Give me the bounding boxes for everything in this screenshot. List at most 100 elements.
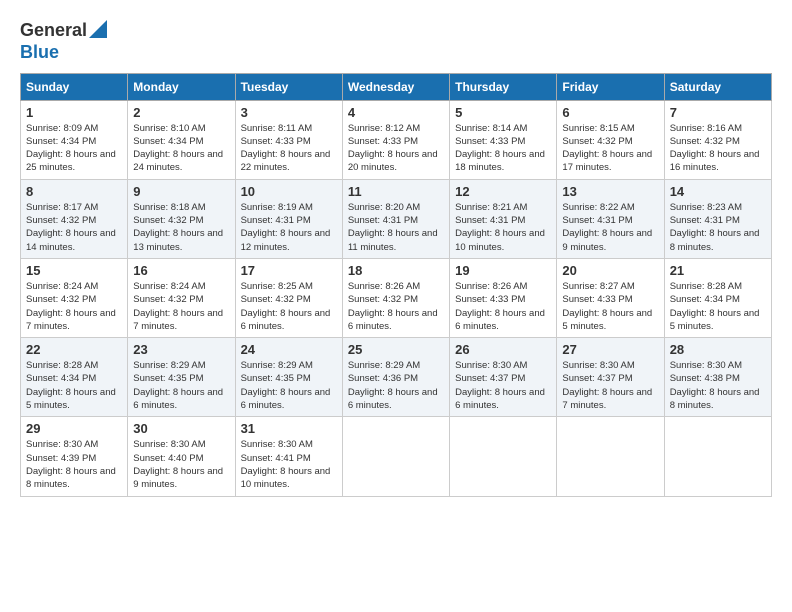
calendar-cell: 24 Sunrise: 8:29 AMSunset: 4:35 PMDayligh… [235,338,342,417]
logo: General Blue [20,20,107,63]
day-number: 28 [670,342,766,357]
day-number: 18 [348,263,444,278]
day-info: Sunrise: 8:15 AMSunset: 4:32 PMDaylight:… [562,122,658,175]
header-thursday: Thursday [450,73,557,100]
logo-triangle-icon [89,20,107,38]
day-info: Sunrise: 8:09 AMSunset: 4:34 PMDaylight:… [26,122,122,175]
header-saturday: Saturday [664,73,771,100]
day-info: Sunrise: 8:18 AMSunset: 4:32 PMDaylight:… [133,201,229,254]
calendar-week-row: 15 Sunrise: 8:24 AMSunset: 4:32 PMDayligh… [21,258,772,337]
day-number: 21 [670,263,766,278]
day-info: Sunrise: 8:14 AMSunset: 4:33 PMDaylight:… [455,122,551,175]
day-info: Sunrise: 8:20 AMSunset: 4:31 PMDaylight:… [348,201,444,254]
day-number: 15 [26,263,122,278]
day-number: 2 [133,105,229,120]
page-header: General Blue [20,20,772,63]
calendar-week-row: 29 Sunrise: 8:30 AMSunset: 4:39 PMDayligh… [21,417,772,496]
calendar-cell [342,417,449,496]
calendar-cell: 10 Sunrise: 8:19 AMSunset: 4:31 PMDayligh… [235,179,342,258]
day-info: Sunrise: 8:26 AMSunset: 4:32 PMDaylight:… [348,280,444,333]
day-info: Sunrise: 8:30 AMSunset: 4:39 PMDaylight:… [26,438,122,491]
header-monday: Monday [128,73,235,100]
calendar-week-row: 22Sunrise: 8:28 AMSunset: 4:34 PMDayligh… [21,338,772,417]
day-number: 29 [26,421,122,436]
calendar-cell: 1 Sunrise: 8:09 AMSunset: 4:34 PMDaylight… [21,100,128,179]
day-number: 3 [241,105,337,120]
calendar-cell: 22Sunrise: 8:28 AMSunset: 4:34 PMDayligh… [21,338,128,417]
calendar-table: SundayMondayTuesdayWednesdayThursdayFrid… [20,73,772,497]
calendar-cell: 19 Sunrise: 8:26 AMSunset: 4:33 PMDayligh… [450,258,557,337]
calendar-cell: 17 Sunrise: 8:25 AMSunset: 4:32 PMDayligh… [235,258,342,337]
calendar-cell: 23Sunrise: 8:29 AMSunset: 4:35 PMDayligh… [128,338,235,417]
logo-general: General [20,20,87,40]
header-sunday: Sunday [21,73,128,100]
calendar-cell [450,417,557,496]
day-info: Sunrise: 8:19 AMSunset: 4:31 PMDaylight:… [241,201,337,254]
day-info: Sunrise: 8:27 AMSunset: 4:33 PMDaylight:… [562,280,658,333]
calendar-cell: 14 Sunrise: 8:23 AMSunset: 4:31 PMDayligh… [664,179,771,258]
calendar-cell: 26Sunrise: 8:30 AMSunset: 4:37 PMDayligh… [450,338,557,417]
logo-blue: Blue [20,42,107,63]
day-info: Sunrise: 8:30 AMSunset: 4:41 PMDaylight:… [241,438,337,491]
day-info: Sunrise: 8:25 AMSunset: 4:32 PMDaylight:… [241,280,337,333]
calendar-cell: 25Sunrise: 8:29 AMSunset: 4:36 PMDayligh… [342,338,449,417]
calendar-cell: 30Sunrise: 8:30 AMSunset: 4:40 PMDayligh… [128,417,235,496]
day-info: Sunrise: 8:17 AMSunset: 4:32 PMDaylight:… [26,201,122,254]
day-number: 26 [455,342,551,357]
calendar-cell: 9 Sunrise: 8:18 AMSunset: 4:32 PMDaylight… [128,179,235,258]
calendar-cell [664,417,771,496]
day-number: 12 [455,184,551,199]
calendar-cell: 5 Sunrise: 8:14 AMSunset: 4:33 PMDaylight… [450,100,557,179]
day-number: 20 [562,263,658,278]
calendar-cell: 20 Sunrise: 8:27 AMSunset: 4:33 PMDayligh… [557,258,664,337]
day-number: 27 [562,342,658,357]
day-number: 19 [455,263,551,278]
day-info: Sunrise: 8:12 AMSunset: 4:33 PMDaylight:… [348,122,444,175]
day-info: Sunrise: 8:24 AMSunset: 4:32 PMDaylight:… [26,280,122,333]
day-info: Sunrise: 8:11 AMSunset: 4:33 PMDaylight:… [241,122,337,175]
header-tuesday: Tuesday [235,73,342,100]
day-number: 7 [670,105,766,120]
calendar-cell: 31 Sunrise: 8:30 AMSunset: 4:41 PMDayligh… [235,417,342,496]
day-number: 16 [133,263,229,278]
calendar-cell: 2 Sunrise: 8:10 AMSunset: 4:34 PMDaylight… [128,100,235,179]
day-number: 10 [241,184,337,199]
calendar-cell: 29 Sunrise: 8:30 AMSunset: 4:39 PMDayligh… [21,417,128,496]
day-info: Sunrise: 8:30 AMSunset: 4:40 PMDaylight:… [133,438,229,491]
calendar-cell: 18 Sunrise: 8:26 AMSunset: 4:32 PMDayligh… [342,258,449,337]
day-number: 1 [26,105,122,120]
calendar-cell: 13Sunrise: 8:22 AMSunset: 4:31 PMDayligh… [557,179,664,258]
calendar-cell: 3 Sunrise: 8:11 AMSunset: 4:33 PMDaylight… [235,100,342,179]
day-number: 25 [348,342,444,357]
calendar-cell: 21Sunrise: 8:28 AMSunset: 4:34 PMDayligh… [664,258,771,337]
day-info: Sunrise: 8:29 AMSunset: 4:35 PMDaylight:… [241,359,337,412]
day-number: 24 [241,342,337,357]
day-info: Sunrise: 8:29 AMSunset: 4:35 PMDaylight:… [133,359,229,412]
header-friday: Friday [557,73,664,100]
calendar-cell [557,417,664,496]
calendar-cell: 16Sunrise: 8:24 AMSunset: 4:32 PMDayligh… [128,258,235,337]
day-info: Sunrise: 8:23 AMSunset: 4:31 PMDaylight:… [670,201,766,254]
day-number: 6 [562,105,658,120]
day-number: 11 [348,184,444,199]
day-info: Sunrise: 8:10 AMSunset: 4:34 PMDaylight:… [133,122,229,175]
day-number: 4 [348,105,444,120]
day-number: 14 [670,184,766,199]
day-info: Sunrise: 8:16 AMSunset: 4:32 PMDaylight:… [670,122,766,175]
day-number: 8 [26,184,122,199]
calendar-header-row: SundayMondayTuesdayWednesdayThursdayFrid… [21,73,772,100]
header-wednesday: Wednesday [342,73,449,100]
day-info: Sunrise: 8:28 AMSunset: 4:34 PMDaylight:… [26,359,122,412]
calendar-cell: 8 Sunrise: 8:17 AMSunset: 4:32 PMDaylight… [21,179,128,258]
day-info: Sunrise: 8:21 AMSunset: 4:31 PMDaylight:… [455,201,551,254]
calendar-cell: 28Sunrise: 8:30 AMSunset: 4:38 PMDayligh… [664,338,771,417]
calendar-cell: 15 Sunrise: 8:24 AMSunset: 4:32 PMDayligh… [21,258,128,337]
calendar-cell: 6 Sunrise: 8:15 AMSunset: 4:32 PMDaylight… [557,100,664,179]
day-number: 9 [133,184,229,199]
day-number: 17 [241,263,337,278]
day-info: Sunrise: 8:26 AMSunset: 4:33 PMDaylight:… [455,280,551,333]
calendar-cell: 27Sunrise: 8:30 AMSunset: 4:37 PMDayligh… [557,338,664,417]
calendar-cell: 12 Sunrise: 8:21 AMSunset: 4:31 PMDayligh… [450,179,557,258]
day-number: 5 [455,105,551,120]
day-number: 31 [241,421,337,436]
